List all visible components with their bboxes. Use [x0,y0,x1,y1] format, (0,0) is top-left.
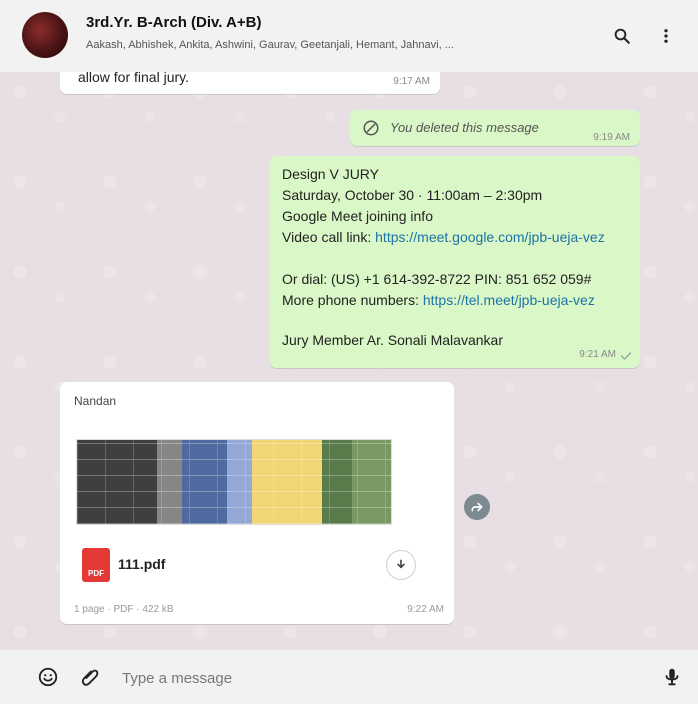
attach-button[interactable] [76,663,104,691]
message-input[interactable] [120,660,644,696]
message-line: Design V JURY [282,166,380,182]
menu-button[interactable] [652,22,680,50]
chat-participants[interactable]: Aakash, Abhishek, Ankita, Ashwini, Gaura… [86,39,586,51]
message-line: Video call link: https://meet.google.com… [282,229,622,245]
message-text: allow for final jury. [78,72,190,85]
message-bubble[interactable]: allow for final jury. 9:17 AM [60,72,440,94]
search-button[interactable] [608,22,636,50]
message-bubble-file[interactable]: Nandan PDF 111.pdf 1 page · PDF · 422 kB… [60,382,454,624]
chat-title[interactable]: 3rd.Yr. B-Arch (Div. A+B) [86,14,261,31]
message-line: Or dial: (US) +1 614-392-8722 PIN: 851 6… [282,271,592,287]
file-meta: 1 page · PDF · 422 kB [74,604,174,615]
message-line: Google Meet joining info [282,208,433,224]
forward-icon [471,502,483,512]
read-check-icon [620,352,632,360]
deleted-message-text: You deleted this message [390,120,539,135]
message-time: 9:17 AM [393,76,430,87]
pdf-preview[interactable] [76,439,392,525]
pdf-preview-gridlines [77,440,391,524]
mic-button[interactable] [658,663,686,691]
sender-name: Nandan [74,394,117,408]
message-bubble-deleted[interactable]: You deleted this message 9:19 AM [350,110,640,146]
group-avatar[interactable] [22,12,68,58]
message-composer [0,650,698,704]
mic-icon [665,668,679,686]
emoji-icon [38,667,58,687]
emoji-button[interactable] [34,663,62,691]
message-time: 9:22 AM [407,604,444,615]
forward-button[interactable] [464,494,490,520]
message-bubble[interactable]: Design V JURY Saturday, October 30 · 11:… [270,156,640,368]
label-more-phone: More phone numbers: [282,292,423,308]
message-time: 9:19 AM [593,132,630,143]
more-vert-icon [664,29,668,43]
message-line: Saturday, October 30 · 11:00am – 2:30pm [282,187,543,203]
chat-header: 3rd.Yr. B-Arch (Div. A+B) Aakash, Abhish… [0,0,698,72]
message-line: Jury Member Ar. Sonali Malavankar [282,332,503,348]
video-call-link[interactable]: https://meet.google.com/jpb-ueja-vez [375,229,605,245]
attach-icon [81,669,99,686]
download-button[interactable] [386,550,416,580]
download-icon [397,559,405,569]
phone-numbers-link[interactable]: https://tel.meet/jpb-ueja-vez [423,292,595,308]
file-name[interactable]: 111.pdf [118,556,165,572]
blocked-icon [363,120,379,136]
pdf-icon: PDF [82,548,110,582]
message-line: More phone numbers: https://tel.meet/jpb… [282,292,622,308]
label-video-call: Video call link: [282,229,376,245]
chat-area[interactable]: allow for final jury. 9:17 AM You delete… [0,72,698,650]
message-time: 9:21 AM [579,349,616,360]
search-icon [614,28,630,44]
